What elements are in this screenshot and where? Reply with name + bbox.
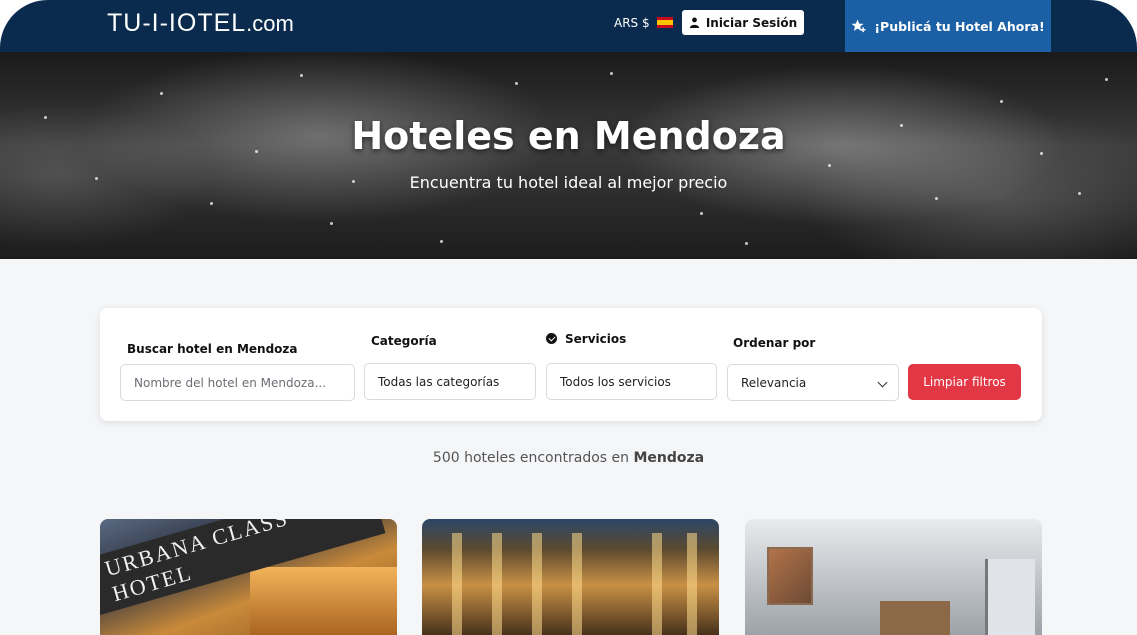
hero-sparkle — [700, 212, 703, 215]
chevron-down-icon — [877, 377, 888, 388]
building-column — [492, 533, 502, 635]
building-column — [452, 533, 462, 635]
building-column — [687, 533, 697, 635]
spain-flag-icon[interactable] — [657, 17, 673, 28]
building-column — [532, 533, 542, 635]
hero-sparkle — [1105, 78, 1108, 81]
clear-filters-button[interactable]: Limpiar filtros — [908, 364, 1021, 400]
hotel-search-input[interactable]: Nombre del hotel en Mendoza... — [120, 364, 355, 401]
hero-banner: Hoteles en Mendoza Encuentra tu hotel id… — [0, 52, 1137, 259]
hero-sparkle — [1078, 192, 1081, 195]
page-title: Hoteles en Mendoza — [351, 114, 786, 158]
hero-sparkle — [515, 82, 518, 85]
site-logo[interactable]: TU-I-IOTEL .com — [107, 9, 294, 39]
hero-sparkle — [935, 197, 938, 200]
hotel-card[interactable]: URBANA CLASS HOTEL — [100, 519, 397, 635]
hero-sparkle — [210, 202, 213, 205]
publish-hotel-button[interactable]: ¡Publicá tu Hotel Ahora! — [845, 0, 1051, 52]
hero-sparkle — [330, 222, 333, 225]
hero-sparkle — [828, 164, 831, 167]
lobby-window — [985, 559, 1035, 635]
services-select[interactable]: Todos los servicios — [546, 363, 717, 400]
top-navbar: TU-I-IOTEL .com ARS $ Iniciar Sesión ¡Pu… — [0, 0, 1137, 52]
login-button[interactable]: Iniciar Sesión — [682, 10, 804, 35]
results-count: 500 hoteles encontrados en Mendoza — [0, 450, 1137, 466]
logo-tld: .com — [246, 11, 294, 36]
login-label: Iniciar Sesión — [705, 15, 798, 30]
currency-selector[interactable]: ARS $ — [614, 16, 650, 30]
services-label: Servicios — [565, 332, 627, 346]
hero-sparkle — [160, 92, 163, 95]
hero-sparkle — [300, 74, 303, 77]
building-column — [572, 533, 582, 635]
lobby-artwork — [767, 547, 813, 605]
publish-label: ¡Publicá tu Hotel Ahora! — [874, 18, 1045, 34]
hero-sparkle — [610, 72, 613, 75]
filter-panel: Buscar hotel en Mendoza Nombre del hotel… — [100, 308, 1042, 421]
sort-value: Relevancia — [741, 375, 807, 390]
hero-sparkle — [440, 240, 443, 243]
star-plus-icon — [851, 19, 866, 33]
check-circle-icon — [546, 333, 557, 344]
hotel-card[interactable] — [745, 519, 1042, 635]
search-label: Buscar hotel en Mendoza — [127, 342, 298, 356]
results-city: Mendoza — [633, 450, 705, 466]
logo-brand: TU-I-IOTEL — [107, 9, 247, 37]
sort-select[interactable]: Relevancia — [727, 364, 899, 401]
results-text: 500 hoteles encontrados en — [432, 450, 629, 466]
page-subtitle: Encuentra tu hotel ideal al mejor precio — [409, 173, 728, 192]
hotel-card[interactable] — [422, 519, 719, 635]
page: TU-I-IOTEL .com ARS $ Iniciar Sesión ¡Pu… — [0, 0, 1137, 635]
lobby-desk — [880, 601, 950, 635]
hotel-photo-detail — [250, 567, 397, 635]
category-select[interactable]: Todas las categorías — [364, 363, 536, 400]
hero-sparkle — [745, 242, 748, 245]
user-icon — [689, 17, 699, 28]
hero-sparkle — [1000, 100, 1003, 103]
sort-label: Ordenar por — [733, 336, 816, 350]
category-label: Categoría — [371, 334, 437, 348]
building-column — [652, 533, 662, 635]
